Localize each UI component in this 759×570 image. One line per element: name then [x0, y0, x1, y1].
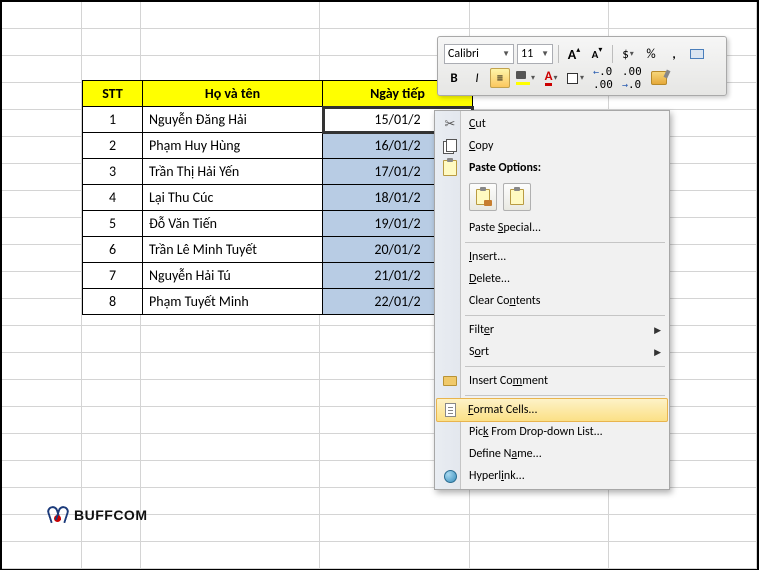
cell-name[interactable]: Trần Lê Minh Tuyết: [143, 237, 323, 263]
chevron-right-icon: ▶: [654, 347, 661, 358]
cell-stt[interactable]: 7: [83, 263, 143, 289]
menu-filter[interactable]: Filter ▶: [437, 319, 667, 341]
decrease-font-button[interactable]: A▾: [587, 44, 607, 64]
cell-stt[interactable]: 5: [83, 211, 143, 237]
font-size-combo[interactable]: 11 ▼: [517, 44, 553, 64]
paste-options-row: [437, 179, 667, 217]
increase-font-button[interactable]: A▴: [564, 44, 584, 64]
separator: [465, 315, 665, 316]
clipboard-paste-icon: [476, 189, 490, 205]
copy-icon: [442, 138, 458, 154]
cell-name[interactable]: Nguyễn Hải Tú: [143, 263, 323, 289]
separator: [558, 45, 559, 63]
cell-name[interactable]: Trần Thị Hải Yến: [143, 159, 323, 185]
separator: [612, 45, 613, 63]
fill-bucket-icon: [516, 71, 530, 85]
menu-insert[interactable]: Insert...: [437, 246, 667, 268]
table-row: 8 Phạm Tuyết Minh 22/01/2: [83, 289, 473, 315]
bold-button[interactable]: B: [444, 68, 464, 88]
format-cells-icon: [442, 402, 458, 418]
table-row: 4 Lại Thu Cúc 18/01/2: [83, 185, 473, 211]
menu-paste-special[interactable]: Paste Special...: [437, 217, 667, 239]
merge-icon: [690, 49, 704, 59]
paste-option-all[interactable]: [469, 183, 497, 211]
clipboard-icon: [510, 189, 524, 205]
chevron-right-icon: ▶: [654, 325, 661, 336]
menu-format-cells[interactable]: Format Cells...: [436, 398, 668, 422]
cell-name[interactable]: Lại Thu Cúc: [143, 185, 323, 211]
table-row: 3 Trần Thị Hải Yến 17/01/2: [83, 159, 473, 185]
table-row: 7 Nguyễn Hải Tú 21/01/2: [83, 263, 473, 289]
fill-color-button[interactable]: ▾: [513, 68, 538, 88]
cell-stt[interactable]: 4: [83, 185, 143, 211]
globe-icon: [442, 468, 458, 484]
bull-horns-icon: [48, 506, 68, 524]
context-menu: ✂ Cut Copy Paste Options: Paste Special.…: [434, 110, 670, 490]
borders-button[interactable]: ▾: [564, 68, 587, 88]
clipboard-icon: [442, 160, 458, 176]
font-name-value: Calibri: [448, 47, 479, 61]
format-painter-button[interactable]: [648, 68, 670, 88]
table-row: 5 Đỗ Văn Tiến 19/01/2: [83, 211, 473, 237]
buffcom-logo: BUFFCOM: [48, 506, 148, 524]
font-size-value: 11: [521, 47, 533, 61]
cell-stt[interactable]: 2: [83, 133, 143, 159]
cell-name[interactable]: Nguyễn Đăng Hải: [143, 107, 323, 133]
merge-center-button[interactable]: [687, 44, 707, 64]
comma-style-button[interactable]: ,: [664, 44, 684, 64]
header-name[interactable]: Họ và tên: [143, 81, 323, 107]
chevron-down-icon: ▼: [502, 49, 510, 59]
cell-stt[interactable]: 6: [83, 237, 143, 263]
table-row: 2 Phạm Huy Hùng 16/01/2: [83, 133, 473, 159]
table-row: 6 Trần Lê Minh Tuyết 20/01/2: [83, 237, 473, 263]
font-name-combo[interactable]: Calibri ▼: [444, 44, 514, 64]
menu-clear-contents[interactable]: Clear Contents: [437, 290, 667, 312]
cell-name[interactable]: Phạm Huy Hùng: [143, 133, 323, 159]
cell-stt[interactable]: 1: [83, 107, 143, 133]
italic-button[interactable]: I: [467, 68, 487, 88]
menu-copy[interactable]: Copy: [437, 135, 667, 157]
menu-pick-from-list[interactable]: Pick From Drop-down List...: [437, 421, 667, 443]
menu-insert-comment[interactable]: Insert Comment: [437, 370, 667, 392]
currency-button[interactable]: $▾: [618, 44, 638, 64]
caret-up-icon: ▴: [576, 45, 580, 55]
border-icon: [567, 73, 578, 84]
align-center-button[interactable]: ≡: [490, 68, 510, 88]
separator: [465, 395, 665, 396]
separator: [465, 366, 665, 367]
separator: [465, 242, 665, 243]
menu-delete[interactable]: Delete...: [437, 268, 667, 290]
menu-sort[interactable]: Sort ▶: [437, 341, 667, 363]
paste-option-values[interactable]: [503, 183, 531, 211]
cut-icon: ✂: [442, 116, 458, 132]
cell-stt[interactable]: 8: [83, 289, 143, 315]
decrease-decimal-button[interactable]: .00→.0: [619, 68, 645, 88]
header-stt[interactable]: STT: [83, 81, 143, 107]
align-center-icon: ≡: [497, 71, 503, 86]
increase-decimal-button[interactable]: ←.0.00: [590, 68, 616, 88]
mini-toolbar: Calibri ▼ 11 ▼ A▴ A▾ $▾ % , B I ≡ ▾ A▾ ▾…: [437, 36, 727, 96]
table-row: 1 Nguyễn Đăng Hải 15/01/2: [83, 107, 473, 133]
data-table: STT Họ và tên Ngày tiếp 1 Nguyễn Đăng Hả…: [82, 80, 473, 315]
logo-text: BUFFCOM: [74, 507, 148, 523]
menu-cut[interactable]: ✂ Cut: [437, 113, 667, 135]
cell-stt[interactable]: 3: [83, 159, 143, 185]
menu-define-name[interactable]: Define Name...: [437, 443, 667, 465]
format-painter-icon: [651, 71, 667, 85]
menu-hyperlink[interactable]: Hyperlink...: [437, 465, 667, 487]
header-row: STT Họ và tên Ngày tiếp: [83, 81, 473, 107]
percent-button[interactable]: %: [641, 44, 661, 64]
caret-down-icon: ▾: [598, 45, 602, 55]
comment-icon: [442, 373, 458, 389]
menu-paste-options-label: Paste Options:: [437, 157, 667, 179]
cell-name[interactable]: Phạm Tuyết Minh: [143, 289, 323, 315]
cell-name[interactable]: Đỗ Văn Tiến: [143, 211, 323, 237]
chevron-down-icon: ▼: [541, 49, 549, 59]
font-color-button[interactable]: A▾: [541, 68, 561, 88]
